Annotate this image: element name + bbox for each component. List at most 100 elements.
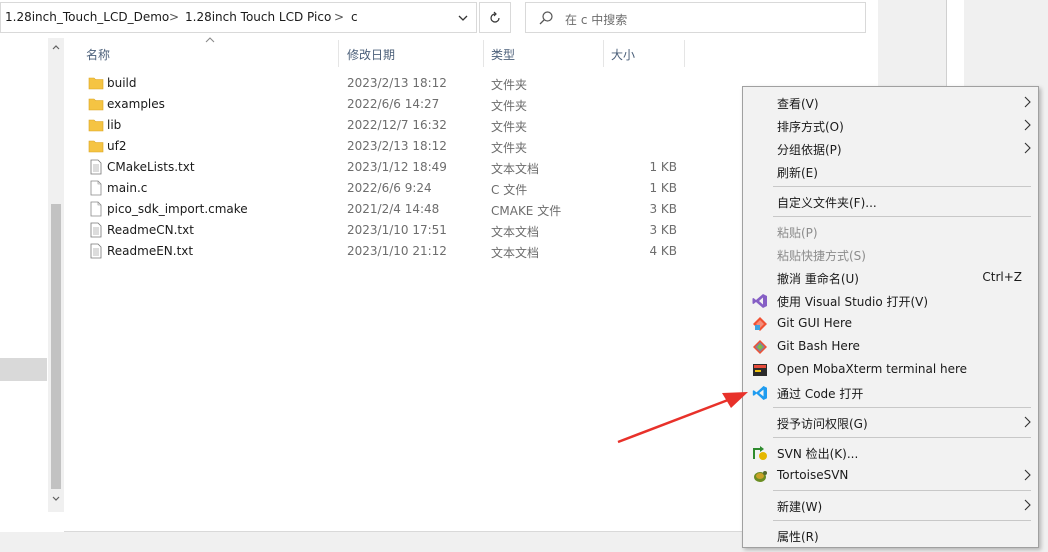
file-date: 2022/6/6 9:24 — [347, 181, 432, 195]
file-name: CMakeLists.txt — [107, 160, 195, 174]
menu-item-open-visual-studio[interactable]: 使用 Visual Studio 打开(V) — [743, 289, 1038, 312]
file-type: CMAKE 文件 — [491, 204, 562, 218]
menu-item-sort[interactable]: 排序方式(O) — [743, 114, 1038, 137]
file-date: 2023/2/13 18:12 — [347, 76, 447, 90]
column-header-name[interactable]: 名称 — [86, 46, 110, 63]
annotation-arrow — [617, 392, 748, 444]
menu-item-group[interactable]: 分组依据(P) — [743, 137, 1038, 160]
menu-item-git-bash[interactable]: Git Bash Here — [743, 335, 1038, 358]
text-file-icon — [90, 222, 102, 238]
menu-item-customize-folder[interactable]: 自定义文件夹(F)... — [743, 190, 1038, 213]
mobaxterm-icon — [753, 364, 767, 376]
menu-item-undo-rename[interactable]: 撤消 重命名(U) Ctrl+Z — [743, 266, 1038, 289]
file-row-main-c[interactable]: main.c 2022/6/6 9:24 C 文件 1 KB — [82, 178, 682, 199]
menu-item-tortoisesvn[interactable]: TortoiseSVN — [743, 464, 1038, 487]
tortoisesvn-icon — [754, 471, 767, 482]
menu-item-grant-access[interactable]: 授予访问权限(G) — [743, 411, 1038, 434]
file-date: 2023/1/10 17:51 — [347, 223, 447, 237]
breadcrumb-demo[interactable]: 1.28inch_Touch_LCD_Demo — [5, 10, 169, 24]
file-row-uf2[interactable]: uf2 2023/2/13 18:12 文件夹 — [82, 136, 682, 157]
shortcut-label: Ctrl+Z — [982, 270, 1022, 284]
menu-item-properties[interactable]: 属性(R) — [743, 524, 1038, 547]
file-type: 文件夹 — [491, 120, 528, 134]
file-size: 1 KB — [649, 160, 677, 174]
file-type: 文本文档 — [491, 225, 540, 239]
file-row-cmakelists[interactable]: CMakeLists.txt 2023/1/12 18:49 文本文档 1 KB — [82, 157, 682, 178]
menu-separator — [773, 186, 1031, 187]
file-type: 文件夹 — [491, 99, 528, 113]
folder-icon — [88, 98, 104, 111]
refresh-button[interactable] — [479, 2, 511, 33]
menu-item-open-with-code[interactable]: 通过 Code 打开 — [743, 381, 1038, 404]
file-name: pico_sdk_import.cmake — [107, 202, 248, 216]
breadcrumb-separator[interactable]: > — [334, 10, 344, 24]
file-size: 3 KB — [649, 202, 677, 216]
scroll-up-button[interactable] — [48, 40, 64, 54]
file-icon — [90, 201, 102, 217]
chevron-right-icon — [1024, 119, 1031, 131]
chevron-right-icon — [1024, 416, 1031, 428]
menu-item-new[interactable]: 新建(W) — [743, 494, 1038, 517]
column-header-type[interactable]: 类型 — [491, 46, 515, 63]
menu-item-git-gui[interactable]: Git GUI Here — [743, 312, 1038, 335]
file-date: 2023/1/12 18:49 — [347, 160, 447, 174]
breadcrumb-c[interactable]: c — [351, 10, 358, 24]
menu-separator — [773, 437, 1031, 438]
chevron-right-icon — [1024, 142, 1031, 154]
file-size: 3 KB — [649, 223, 677, 237]
file-size: 4 KB — [649, 244, 677, 258]
file-type: 文件夹 — [491, 78, 528, 92]
menu-item-mobaxterm[interactable]: Open MobaXterm terminal here — [743, 358, 1038, 381]
file-name: main.c — [107, 181, 148, 195]
column-divider[interactable] — [338, 40, 339, 67]
file-row-examples[interactable]: examples 2022/6/6 14:27 文件夹 — [82, 94, 682, 115]
search-box[interactable]: 在 c 中搜索 — [525, 2, 866, 33]
column-header-date[interactable]: 修改日期 — [347, 46, 395, 63]
breadcrumb-separator[interactable]: > — [169, 10, 179, 24]
nav-scrollbar[interactable] — [48, 38, 64, 512]
chevron-down-icon[interactable] — [456, 11, 470, 25]
menu-item-paste[interactable]: 粘贴(P) — [743, 220, 1038, 243]
nav-selected-item[interactable] — [0, 358, 47, 381]
search-placeholder[interactable]: 在 c 中搜索 — [565, 11, 627, 28]
file-type: 文件夹 — [491, 141, 528, 155]
file-row-readme-en[interactable]: ReadmeEN.txt 2023/1/10 21:12 文本文档 4 KB — [82, 241, 682, 262]
file-date: 2023/2/13 18:12 — [347, 139, 447, 153]
address-bar[interactable]: 1.28inch_Touch_LCD_Demo > 1.28inch Touch… — [0, 2, 477, 33]
menu-item-refresh[interactable]: 刷新(E) — [743, 160, 1038, 183]
menu-separator — [773, 216, 1031, 217]
scroll-thumb[interactable] — [51, 204, 61, 489]
menu-item-svn-checkout[interactable]: SVN 检出(K)... — [743, 441, 1038, 464]
menu-separator — [773, 490, 1031, 491]
git-gui-icon — [753, 317, 767, 331]
folder-icon — [88, 140, 104, 153]
menu-item-paste-shortcut[interactable]: 粘贴快捷方式(S) — [743, 243, 1038, 266]
column-header-size[interactable]: 大小 — [611, 46, 635, 63]
column-divider[interactable] — [684, 40, 685, 67]
visual-studio-icon — [752, 294, 767, 308]
breadcrumb-pico[interactable]: 1.28inch Touch LCD Pico — [185, 10, 331, 24]
file-date: 2022/12/7 16:32 — [347, 118, 447, 132]
file-row-readme-cn[interactable]: ReadmeCN.txt 2023/1/10 17:51 文本文档 3 KB — [82, 220, 682, 241]
chevron-right-icon — [1024, 96, 1031, 108]
file-row-pico-sdk-import[interactable]: pico_sdk_import.cmake 2021/2/4 14:48 CMA… — [82, 199, 682, 220]
git-bash-icon — [753, 340, 767, 354]
folder-icon — [88, 119, 104, 132]
text-file-icon — [90, 243, 102, 259]
chevron-right-icon — [1024, 499, 1031, 511]
file-type: 文本文档 — [491, 246, 540, 260]
file-name: lib — [107, 118, 122, 132]
file-name: ReadmeCN.txt — [107, 223, 194, 237]
file-type: C 文件 — [491, 183, 528, 197]
search-icon — [539, 11, 553, 25]
menu-separator — [773, 520, 1031, 521]
menu-item-view[interactable]: 查看(V) — [743, 91, 1038, 114]
chevron-down-icon — [52, 496, 60, 501]
file-row-lib[interactable]: lib 2022/12/7 16:32 文件夹 — [82, 115, 682, 136]
column-divider[interactable] — [483, 40, 484, 67]
chevron-right-icon — [1024, 469, 1031, 481]
scroll-down-button[interactable] — [48, 492, 64, 506]
menu-separator — [773, 407, 1031, 408]
column-divider[interactable] — [603, 40, 604, 67]
file-row-build[interactable]: build 2023/2/13 18:12 文件夹 — [82, 73, 682, 94]
